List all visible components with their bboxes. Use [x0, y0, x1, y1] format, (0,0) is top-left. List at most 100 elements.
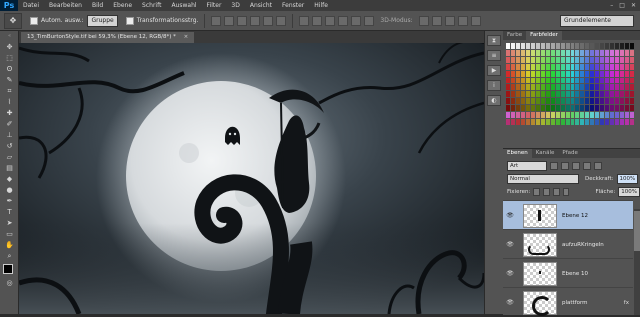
color-swatch[interactable] — [510, 105, 515, 112]
menu-bild[interactable]: Bild — [87, 0, 108, 11]
color-swatch[interactable] — [540, 84, 545, 91]
color-swatch[interactable] — [530, 49, 535, 56]
actions-panel-icon[interactable]: ▶ — [487, 65, 501, 76]
color-swatch[interactable] — [540, 49, 545, 56]
color-swatch[interactable] — [590, 105, 595, 112]
color-swatch[interactable] — [615, 98, 620, 105]
visibility-eye-icon[interactable]: 👁 — [505, 212, 515, 219]
color-swatch[interactable] — [580, 56, 585, 63]
color-swatch[interactable] — [515, 49, 520, 56]
color-swatch[interactable] — [535, 77, 540, 84]
color-swatch[interactable] — [540, 105, 545, 112]
color-swatch[interactable] — [535, 105, 540, 112]
color-swatch[interactable] — [595, 49, 600, 56]
color-swatch[interactable] — [550, 49, 555, 56]
color-swatch[interactable] — [570, 43, 575, 49]
color-swatch[interactable] — [515, 112, 520, 119]
color-swatch[interactable] — [525, 105, 530, 112]
color-swatch[interactable] — [550, 70, 555, 77]
crop-tool-icon[interactable]: ⌗ — [0, 86, 19, 97]
color-swatch[interactable] — [575, 56, 580, 63]
dodge-tool-icon[interactable]: ● — [0, 185, 19, 196]
scrollbar-thumb[interactable] — [634, 211, 640, 251]
menu-3d[interactable]: 3D — [226, 0, 244, 11]
color-swatch[interactable] — [530, 84, 535, 91]
color-swatch[interactable] — [550, 105, 555, 112]
pen-tool-icon[interactable]: ✒ — [0, 196, 19, 207]
color-swatch[interactable] — [506, 91, 510, 98]
color-swatch[interactable] — [515, 91, 520, 98]
color-swatch[interactable] — [580, 77, 585, 84]
color-swatch[interactable] — [535, 43, 540, 49]
color-swatch[interactable] — [610, 112, 615, 119]
3d-slide-icon[interactable] — [457, 15, 468, 26]
color-swatch[interactable] — [545, 119, 550, 125]
color-swatch[interactable] — [515, 84, 520, 91]
color-swatch[interactable] — [565, 43, 570, 49]
layer-name[interactable]: Ebene 10 — [562, 271, 588, 277]
color-swatch[interactable] — [545, 77, 550, 84]
healing-brush-tool-icon[interactable]: ✚ — [0, 108, 19, 119]
color-swatch[interactable] — [575, 43, 580, 49]
distribute-bottom-icon[interactable] — [325, 15, 336, 26]
move-icon[interactable]: ✥ — [4, 12, 22, 29]
color-swatch[interactable] — [580, 119, 585, 125]
menu-datei[interactable]: Datei — [18, 0, 44, 11]
color-swatch[interactable] — [540, 98, 545, 105]
color-swatch[interactable] — [506, 84, 510, 91]
color-swatch[interactable] — [590, 119, 595, 125]
color-swatch[interactable] — [520, 105, 525, 112]
align-right-icon[interactable] — [276, 15, 287, 26]
color-swatch[interactable] — [630, 49, 634, 56]
color-swatch[interactable] — [555, 70, 560, 77]
color-swatch[interactable] — [550, 98, 555, 105]
color-swatch[interactable] — [605, 119, 610, 125]
color-swatch[interactable] — [595, 63, 600, 70]
eyedropper-tool-icon[interactable]: ⌇ — [0, 97, 19, 108]
color-swatch[interactable] — [615, 70, 620, 77]
shape-tool-icon[interactable]: ▭ — [0, 229, 19, 240]
color-swatch[interactable] — [605, 91, 610, 98]
color-swatch[interactable] — [575, 77, 580, 84]
menu-ansicht[interactable]: Ansicht — [245, 0, 277, 11]
workspace-dropdown[interactable]: Grundelemente — [560, 14, 634, 27]
color-swatch[interactable] — [620, 119, 625, 125]
color-swatch[interactable] — [560, 112, 565, 119]
align-center-icon[interactable] — [263, 15, 274, 26]
color-swatch[interactable] — [620, 91, 625, 98]
color-swatch[interactable] — [530, 91, 535, 98]
filter-shape-icon[interactable] — [583, 161, 591, 170]
color-swatch[interactable] — [545, 84, 550, 91]
color-swatch[interactable] — [506, 112, 510, 119]
color-swatch[interactable] — [525, 98, 530, 105]
color-swatch[interactable] — [550, 43, 555, 49]
color-swatch[interactable] — [605, 112, 610, 119]
color-swatch[interactable] — [555, 119, 560, 125]
color-swatch[interactable] — [630, 119, 634, 125]
color-swatch[interactable] — [560, 91, 565, 98]
menu-fenster[interactable]: Fenster — [277, 0, 309, 11]
color-swatch[interactable] — [560, 105, 565, 112]
blend-mode-dropdown[interactable]: Normal — [507, 173, 579, 184]
marquee-tool-icon[interactable]: ⬚ — [0, 53, 19, 64]
menu-auswahl[interactable]: Auswahl — [166, 0, 201, 11]
color-swatch[interactable] — [585, 98, 590, 105]
color-swatch[interactable] — [540, 56, 545, 63]
color-swatch[interactable] — [520, 119, 525, 125]
tab-color[interactable]: Farbe — [503, 31, 526, 40]
color-swatch[interactable] — [590, 70, 595, 77]
zoom-tool-icon[interactable]: ⌕ — [0, 251, 19, 262]
color-swatch[interactable] — [565, 77, 570, 84]
color-swatch[interactable] — [555, 43, 560, 49]
color-swatch[interactable] — [595, 43, 600, 49]
color-swatch[interactable] — [565, 119, 570, 125]
color-swatch[interactable] — [585, 56, 590, 63]
color-swatch[interactable] — [510, 84, 515, 91]
color-swatch[interactable] — [520, 63, 525, 70]
color-swatch[interactable] — [506, 56, 510, 63]
layer-name[interactable]: plattform — [562, 300, 588, 306]
color-swatch[interactable] — [585, 43, 590, 49]
color-swatch[interactable] — [550, 84, 555, 91]
color-swatch[interactable] — [555, 84, 560, 91]
color-swatch[interactable] — [625, 112, 630, 119]
